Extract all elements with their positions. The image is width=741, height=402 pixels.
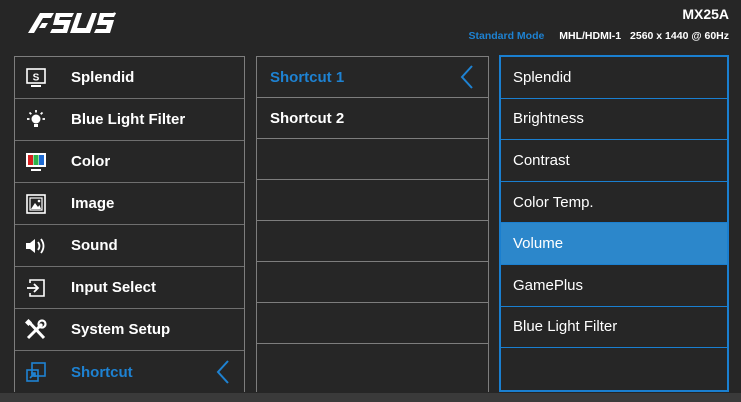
menu-item-shortcut[interactable]: Shortcut bbox=[15, 351, 244, 393]
footer-bar bbox=[0, 393, 741, 402]
menu-item-label: Image bbox=[71, 195, 115, 212]
menu-item-label: System Setup bbox=[71, 321, 171, 338]
submenu-item-shortcut-2[interactable]: Shortcut 2 bbox=[257, 98, 488, 139]
menu-item-sound[interactable]: Sound bbox=[15, 225, 244, 267]
option-empty-row bbox=[501, 348, 727, 390]
submenu-empty-row bbox=[257, 180, 488, 221]
status-line: Standard Mode MHL/HDMI-1 2560 x 1440 @ 6… bbox=[469, 30, 730, 42]
input-select-icon bbox=[25, 277, 47, 299]
chevron-left-icon bbox=[216, 360, 229, 384]
submenu-item-shortcut-1[interactable]: Shortcut 1 bbox=[257, 57, 488, 98]
option-blue-light-filter[interactable]: Blue Light Filter bbox=[501, 307, 727, 349]
blue-light-icon bbox=[25, 109, 47, 131]
submenu-item-label: Shortcut 1 bbox=[270, 68, 345, 86]
option-gameplus[interactable]: GamePlus bbox=[501, 265, 727, 307]
speaker-icon bbox=[25, 235, 47, 257]
submenu-empty-row bbox=[257, 139, 488, 180]
menu-item-blue-light-filter[interactable]: Blue Light Filter bbox=[15, 99, 244, 141]
menu-item-color[interactable]: Color bbox=[15, 141, 244, 183]
asus-logo: ® bbox=[28, 11, 116, 33]
menu-item-input-select[interactable]: Input Select bbox=[15, 267, 244, 309]
menu-item-label: Blue Light Filter bbox=[71, 111, 186, 128]
submenu-empty-row bbox=[257, 303, 488, 344]
submenu-empty-row bbox=[257, 221, 488, 262]
svg-text:S: S bbox=[33, 72, 40, 83]
menu-item-label: Splendid bbox=[71, 69, 135, 86]
resolution-label: 2560 x 1440 @ 60Hz bbox=[630, 30, 729, 42]
menu-item-image[interactable]: Image bbox=[15, 183, 244, 225]
shortcut-submenu: Shortcut 1 Shortcut 2 bbox=[256, 56, 489, 392]
image-icon bbox=[25, 193, 47, 215]
option-brightness[interactable]: Brightness bbox=[501, 99, 727, 141]
option-contrast[interactable]: Contrast bbox=[501, 140, 727, 182]
option-splendid[interactable]: Splendid bbox=[501, 57, 727, 99]
shortcut-options: Splendid Brightness Contrast Color Temp.… bbox=[499, 55, 729, 392]
shortcut-icon bbox=[25, 361, 47, 383]
color-icon bbox=[25, 151, 47, 173]
submenu-empty-row bbox=[257, 344, 488, 385]
option-color-temp[interactable]: Color Temp. bbox=[501, 182, 727, 224]
submenu-empty-row bbox=[257, 262, 488, 303]
input-label: MHL/HDMI-1 bbox=[559, 30, 622, 42]
osd-header: ® MX25A Standard Mode MHL/HDMI-1 2560 x … bbox=[0, 0, 741, 48]
menu-item-label: Input Select bbox=[71, 279, 157, 296]
osd-frame: ® MX25A Standard Mode MHL/HDMI-1 2560 x … bbox=[0, 0, 741, 402]
main-menu: S Splendid Blue Light Filter Color Image bbox=[14, 56, 245, 392]
submenu-item-label: Shortcut 2 bbox=[270, 109, 345, 127]
option-volume[interactable]: Volume bbox=[501, 223, 727, 265]
tools-icon bbox=[25, 318, 47, 341]
menu-item-splendid[interactable]: S Splendid bbox=[15, 57, 244, 99]
menu-item-system-setup[interactable]: System Setup bbox=[15, 309, 244, 351]
mode-label: Standard Mode bbox=[468, 30, 545, 42]
chevron-left-icon bbox=[460, 65, 473, 89]
model-name: MX25A bbox=[682, 6, 729, 22]
splendid-icon: S bbox=[25, 67, 47, 89]
svg-text:®: ® bbox=[113, 11, 116, 16]
menu-item-label: Color bbox=[71, 153, 111, 170]
menu-item-label: Sound bbox=[71, 237, 118, 254]
